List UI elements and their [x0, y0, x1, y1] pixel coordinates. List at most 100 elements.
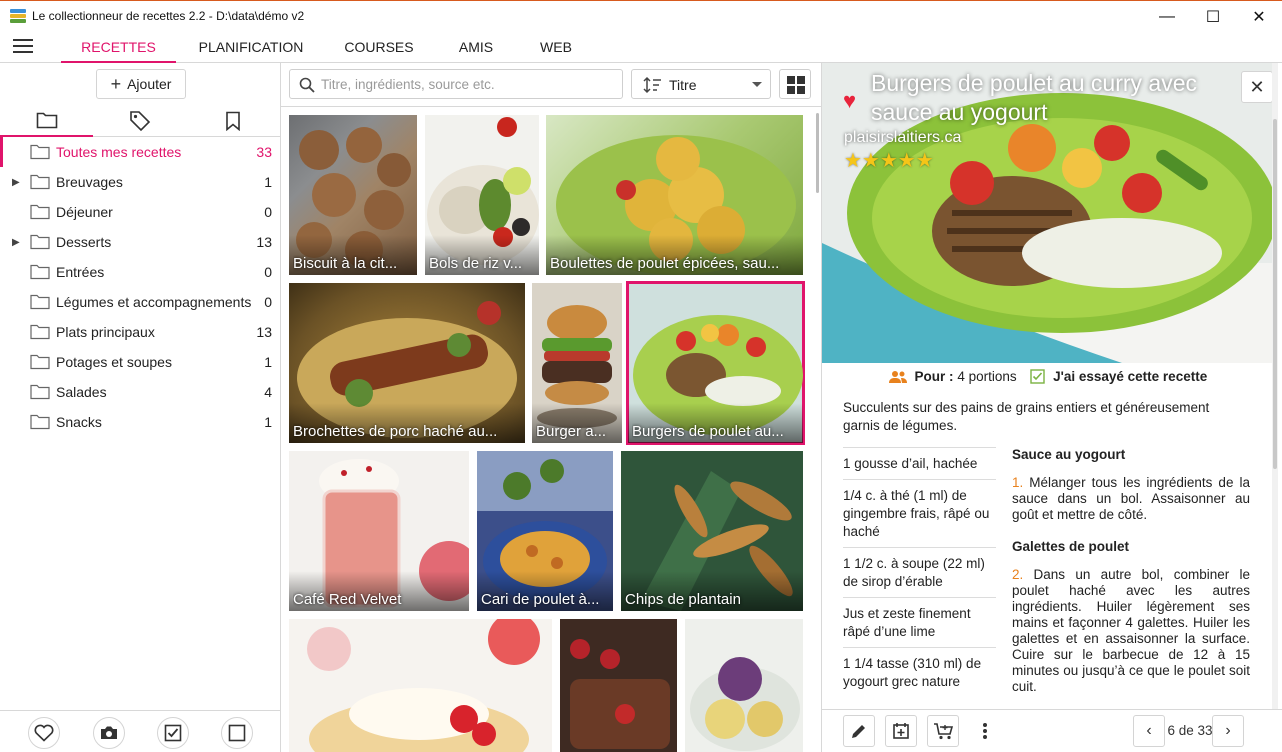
recipe-browser: Titre, ingrédients, source etc. Titre Bi…: [281, 63, 821, 752]
heart-icon: [34, 724, 54, 742]
ingredient-item: 1/4 c. à thé (1 ml) de gingembre frais, …: [843, 479, 996, 547]
untried-filter-button[interactable]: [221, 717, 253, 749]
people-icon: [888, 371, 907, 383]
sidebar-footer: [0, 710, 280, 752]
close-detail-button[interactable]: ✕: [1241, 71, 1273, 103]
sort-dropdown[interactable]: Titre: [631, 69, 771, 99]
recipe-title: Boulettes de poulet épicées, sau...: [550, 255, 780, 272]
recipe-description: Succulents sur des pains de grains entie…: [843, 400, 1210, 433]
grid-scrollbar[interactable]: [816, 113, 819, 193]
folder-icon: [36, 112, 57, 129]
folder-count: 0: [264, 264, 272, 280]
folder-item[interactable]: Entrées 0: [0, 257, 280, 287]
menu-icon[interactable]: [13, 39, 33, 53]
salad-photo: [690, 657, 800, 751]
edit-button[interactable]: [843, 715, 875, 747]
servings-label: Pour :: [914, 369, 954, 384]
recipe-card[interactable]: Burgers de poulet au...: [626, 281, 805, 445]
tab-web[interactable]: WEB: [528, 31, 584, 63]
step-number: 2.: [1012, 567, 1024, 582]
sidebar-tabs: [0, 105, 280, 137]
folder-item[interactable]: Légumes et accompagnements 0: [0, 287, 280, 317]
instruction-step: 2. Dans un autre bol, combiner le poulet…: [1012, 567, 1250, 695]
folder-item[interactable]: Plats principaux 13: [0, 317, 280, 347]
maximize-button[interactable]: ☐: [1190, 1, 1236, 32]
folder-icon: [30, 264, 50, 280]
section-heading: Sauce au yogourt: [1012, 447, 1126, 462]
recipe-card[interactable]: Chips de plantain: [621, 451, 803, 611]
checkbox-checked-icon[interactable]: [1030, 369, 1046, 384]
search-placeholder: Titre, ingrédients, source etc.: [321, 77, 495, 92]
search-input[interactable]: Titre, ingrédients, source etc.: [289, 69, 623, 99]
recipe-card[interactable]: Burger a...: [532, 283, 622, 443]
folder-item[interactable]: Snacks 1: [0, 407, 280, 437]
folder-count: 33: [256, 144, 272, 160]
ingredient-item: 1 gousse d’ail, hachée: [843, 447, 996, 479]
chevron-left-icon: ‹: [1146, 722, 1152, 739]
recipe-card[interactable]: Boulettes de poulet épicées, sau...: [546, 115, 803, 275]
folder-item[interactable]: Toutes mes recettes 33: [0, 137, 280, 167]
tab-recettes[interactable]: RECETTES: [61, 31, 176, 63]
tab-amis[interactable]: AMIS: [446, 31, 506, 63]
previous-recipe-button[interactable]: ‹: [1133, 715, 1165, 747]
servings-value: 4 portions: [957, 369, 1017, 384]
folder-item[interactable]: ▶ Breuvages 1: [0, 167, 280, 197]
tab-planification[interactable]: PLANIFICATION: [186, 31, 316, 63]
folder-item[interactable]: ▶ Desserts 13: [0, 227, 280, 257]
tried-filter-button[interactable]: [157, 717, 189, 749]
rating-stars[interactable]: ★★★★★: [844, 148, 934, 173]
recipe-card[interactable]: [685, 619, 803, 752]
folder-item[interactable]: Potages et soupes 1: [0, 347, 280, 377]
folder-count: 0: [264, 204, 272, 220]
next-recipe-button[interactable]: ›: [1212, 715, 1244, 747]
add-to-plan-button[interactable]: [885, 715, 917, 747]
sort-icon: [643, 76, 661, 94]
step-number: 1.: [1012, 475, 1024, 490]
pencil-icon: [852, 725, 865, 738]
favorite-heart-icon[interactable]: ♥: [843, 88, 856, 114]
chevron-down-icon: [752, 82, 762, 87]
minimize-button[interactable]: —: [1144, 1, 1190, 32]
tab-folders[interactable]: [0, 105, 93, 137]
add-to-cart-button[interactable]: [927, 715, 959, 747]
recipe-title: Brochettes de porc haché au...: [293, 423, 498, 440]
expand-arrow-icon[interactable]: ▶: [12, 177, 20, 188]
folder-item[interactable]: Déjeuner 0: [0, 197, 280, 227]
close-button[interactable]: ✕: [1236, 1, 1282, 32]
photo-filter-button[interactable]: [93, 717, 125, 749]
recipe-title: Café Red Velvet: [293, 591, 402, 608]
recipe-card[interactable]: Biscuit à la cit...: [289, 115, 417, 275]
minimize-icon: —: [1159, 7, 1175, 25]
recipe-card[interactable]: Cari de poulet à...: [477, 451, 613, 611]
recipe-toolbar: Titre, ingrédients, source etc. Titre: [281, 63, 821, 107]
recipe-title: Burger a...: [536, 423, 607, 440]
folder-icon: [30, 384, 50, 400]
folder-count: 1: [264, 174, 272, 190]
plus-icon: +: [110, 73, 122, 94]
grid-view-button[interactable]: [779, 69, 811, 99]
folder-name: Potages et soupes: [56, 354, 172, 370]
recipe-card[interactable]: Bols de riz v...: [425, 115, 539, 275]
tab-tags[interactable]: [93, 105, 186, 137]
folder-name: Déjeuner: [56, 204, 113, 220]
tried-label[interactable]: J'ai essayé cette recette: [1053, 369, 1207, 384]
recipe-card[interactable]: [560, 619, 677, 752]
recipe-card[interactable]: Brochettes de porc haché au...: [289, 283, 525, 443]
tab-bookmarks[interactable]: [186, 105, 279, 137]
folder-icon: [30, 294, 50, 310]
tab-courses[interactable]: COURSES: [334, 31, 424, 63]
folder-name: Salades: [56, 384, 107, 400]
cart-add-icon: [934, 723, 953, 740]
folder-icon: [30, 324, 50, 340]
recipe-title: Biscuit à la cit...: [293, 255, 398, 272]
expand-arrow-icon[interactable]: ▶: [12, 237, 20, 248]
add-recipe-button[interactable]: + Ajouter: [96, 69, 186, 99]
folder-item[interactable]: Salades 4: [0, 377, 280, 407]
favorites-filter-button[interactable]: [28, 717, 60, 749]
recipe-source[interactable]: plaisirslaitiers.ca: [844, 129, 961, 147]
recipe-card[interactable]: Café Red Velvet: [289, 451, 469, 611]
more-options-button[interactable]: [969, 715, 1001, 747]
detail-footer: ‹ 6 de 33 ›: [822, 709, 1282, 752]
bookmark-icon: [225, 111, 240, 131]
recipe-card[interactable]: [289, 619, 552, 752]
